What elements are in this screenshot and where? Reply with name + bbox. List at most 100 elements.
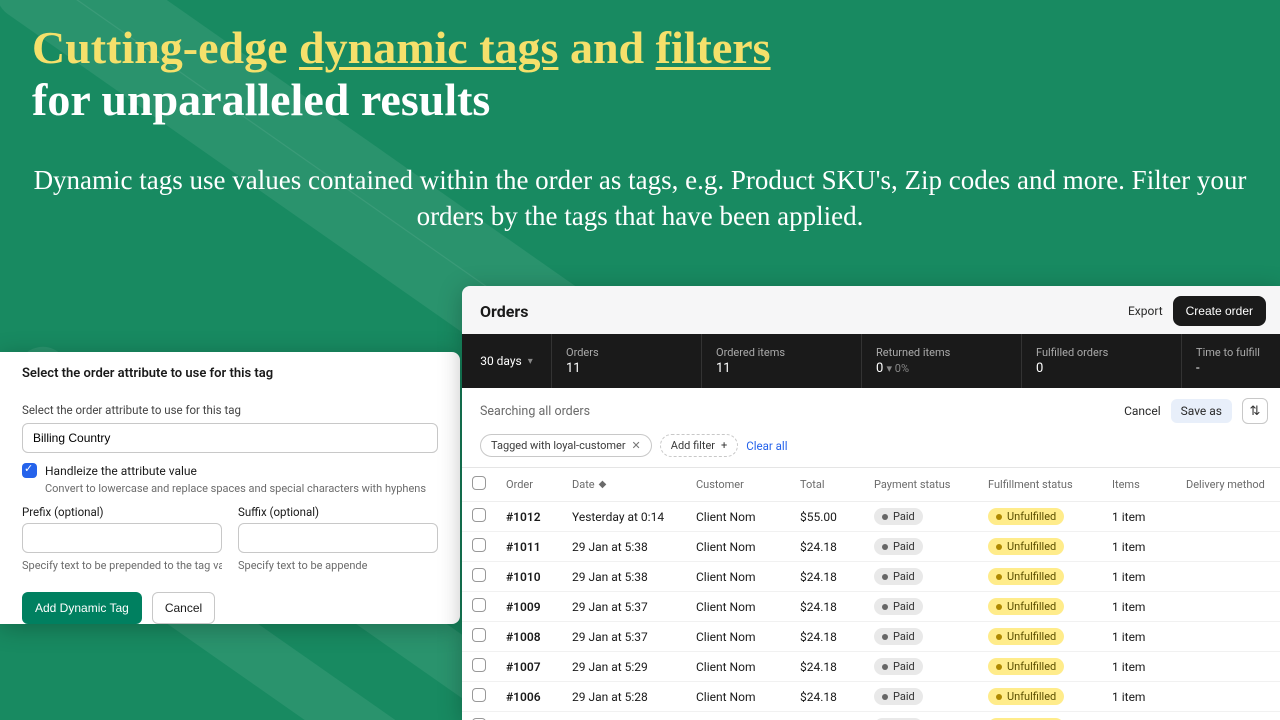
order-customer: Client Nom [696, 600, 796, 614]
order-items: 1 item [1112, 690, 1182, 704]
table-header: Order Date◆ Customer Total Payment statu… [462, 468, 1280, 502]
order-date: 29 Jan at 5:29 [572, 660, 692, 674]
close-icon[interactable]: ✕ [632, 439, 641, 452]
suffix-help: Specify text to be appende [238, 559, 438, 572]
order-date: 29 Jan at 5:28 [572, 690, 692, 704]
orders-title: Orders [480, 302, 528, 321]
suffix-label: Suffix (optional) [238, 505, 438, 519]
select-all-checkbox[interactable] [472, 476, 486, 490]
handleize-checkbox[interactable] [22, 463, 37, 478]
row-checkbox[interactable] [472, 688, 486, 702]
prefix-input[interactable] [22, 523, 222, 553]
row-checkbox[interactable] [472, 508, 486, 522]
row-checkbox[interactable] [472, 658, 486, 672]
row-checkbox[interactable] [472, 598, 486, 612]
metric-ordered-items[interactable]: Ordered items 11 [702, 334, 862, 388]
modal-title: Select the order attribute to use for th… [22, 366, 438, 381]
order-id[interactable]: #1012 [506, 510, 568, 524]
headline: Cutting-edge dynamic tags and filters fo… [32, 22, 1248, 125]
export-link[interactable]: Export [1128, 304, 1163, 318]
col-customer[interactable]: Customer [696, 478, 796, 491]
table-row[interactable]: #1012 Yesterday at 0:14 Client Nom $55.00 Pa… [462, 502, 1280, 532]
filter-tagged-with[interactable]: Tagged with loyal-customer✕ [480, 434, 652, 457]
order-date: 29 Jan at 5:38 [572, 570, 692, 584]
payment-status-badge: Paid [874, 508, 923, 525]
order-id[interactable]: #1007 [506, 660, 568, 674]
payment-status-badge: Paid [874, 688, 923, 705]
col-order[interactable]: Order [506, 478, 568, 491]
row-checkbox[interactable] [472, 628, 486, 642]
order-total: $55.00 [800, 510, 870, 524]
fulfillment-status-badge: Unfulfilled [988, 568, 1064, 585]
sort-button[interactable]: ⇅ [1242, 398, 1268, 424]
chevron-down-icon: ▾ [528, 356, 533, 367]
order-customer: Client Nom [696, 570, 796, 584]
metric-fulfilled-orders[interactable]: Fulfilled orders 0 [1022, 334, 1182, 388]
row-checkbox[interactable] [472, 568, 486, 582]
row-checkbox[interactable] [472, 538, 486, 552]
metrics-range[interactable]: 30 days▾ [462, 334, 552, 388]
order-items: 1 item [1112, 510, 1182, 524]
subheadline: Dynamic tags use values contained within… [32, 162, 1248, 235]
payment-status-badge: Paid [874, 598, 923, 615]
handleize-hint: Convert to lowercase and replace spaces … [45, 482, 438, 495]
order-id[interactable]: #1010 [506, 570, 568, 584]
order-id[interactable]: #1006 [506, 690, 568, 704]
attribute-select[interactable] [22, 423, 438, 453]
table-row[interactable]: #100529 Jan at 5:27Client Nom$24.18PaidU… [462, 712, 1280, 720]
order-date: 29 Jan at 5:37 [572, 600, 692, 614]
table-row[interactable]: #100929 Jan at 5:37Client Nom$24.18PaidU… [462, 592, 1280, 622]
order-total: $24.18 [800, 570, 870, 584]
metric-orders[interactable]: Orders 11 [552, 334, 702, 388]
dynamic-tag-modal: Select the order attribute to use for th… [0, 352, 460, 624]
create-order-button[interactable]: Create order [1173, 296, 1266, 326]
col-total[interactable]: Total [800, 478, 870, 491]
order-total: $24.18 [800, 660, 870, 674]
col-items[interactable]: Items [1112, 478, 1182, 491]
fulfillment-status-badge: Unfulfilled [988, 688, 1064, 705]
add-filter-button[interactable]: Add filter+ [660, 434, 739, 457]
col-fulfillment[interactable]: Fulfillment status [988, 478, 1108, 491]
order-id[interactable]: #1011 [506, 540, 568, 554]
fulfillment-status-badge: Unfulfilled [988, 508, 1064, 525]
payment-status-badge: Paid [874, 628, 923, 645]
order-id[interactable]: #1008 [506, 630, 568, 644]
order-id[interactable]: #1009 [506, 600, 568, 614]
cancel-button[interactable]: Cancel [152, 592, 215, 624]
handleize-label: Handleize the attribute value [45, 464, 197, 478]
order-items: 1 item [1112, 540, 1182, 554]
add-dynamic-tag-button[interactable]: Add Dynamic Tag [22, 592, 142, 624]
fulfillment-status-badge: Unfulfilled [988, 628, 1064, 645]
clear-all-link[interactable]: Clear all [746, 439, 787, 453]
table-row[interactable]: #100829 Jan at 5:37Client Nom$24.18PaidU… [462, 622, 1280, 652]
payment-status-badge: Paid [874, 568, 923, 585]
col-date[interactable]: Date◆ [572, 478, 692, 491]
cancel-search-link[interactable]: Cancel [1124, 404, 1161, 418]
order-total: $24.18 [800, 540, 870, 554]
metrics-bar: 30 days▾ Orders 11 Ordered items 11 Retu… [462, 334, 1280, 388]
order-date: 29 Jan at 5:37 [572, 630, 692, 644]
order-items: 1 item [1112, 660, 1182, 674]
metric-returned-items[interactable]: Returned items 0 ▾ 0% [862, 334, 1022, 388]
metric-time-to-fulfill[interactable]: Time to fulfill - [1182, 334, 1280, 388]
order-total: $24.18 [800, 600, 870, 614]
order-customer: Client Nom [696, 660, 796, 674]
order-customer: Client Nom [696, 540, 796, 554]
payment-status-badge: Paid [874, 658, 923, 675]
save-as-button[interactable]: Save as [1171, 399, 1232, 423]
plus-icon: + [721, 439, 727, 452]
col-payment[interactable]: Payment status [874, 478, 984, 491]
orders-panel: Orders Export Create order 30 days▾ Orde… [462, 286, 1280, 720]
suffix-input[interactable] [238, 523, 438, 553]
order-date: 29 Jan at 5:38 [572, 540, 692, 554]
prefix-label: Prefix (optional) [22, 505, 222, 519]
table-row[interactable]: #101129 Jan at 5:38Client Nom$24.18PaidU… [462, 532, 1280, 562]
order-date: Yesterday at 0:14 [572, 510, 692, 524]
table-row[interactable]: #1010 29 Jan at 5:38 Client Nom $24.18 Paid U… [462, 562, 1280, 592]
order-customer: Client Nom [696, 690, 796, 704]
order-customer: Client Nom [696, 510, 796, 524]
col-delivery[interactable]: Delivery method [1186, 478, 1280, 491]
fulfillment-status-badge: Unfulfilled [988, 658, 1064, 675]
table-row[interactable]: #100629 Jan at 5:28Client Nom$24.18PaidU… [462, 682, 1280, 712]
table-row[interactable]: #1007 29 Jan at 5:29 Client Nom $24.18 Paid U… [462, 652, 1280, 682]
